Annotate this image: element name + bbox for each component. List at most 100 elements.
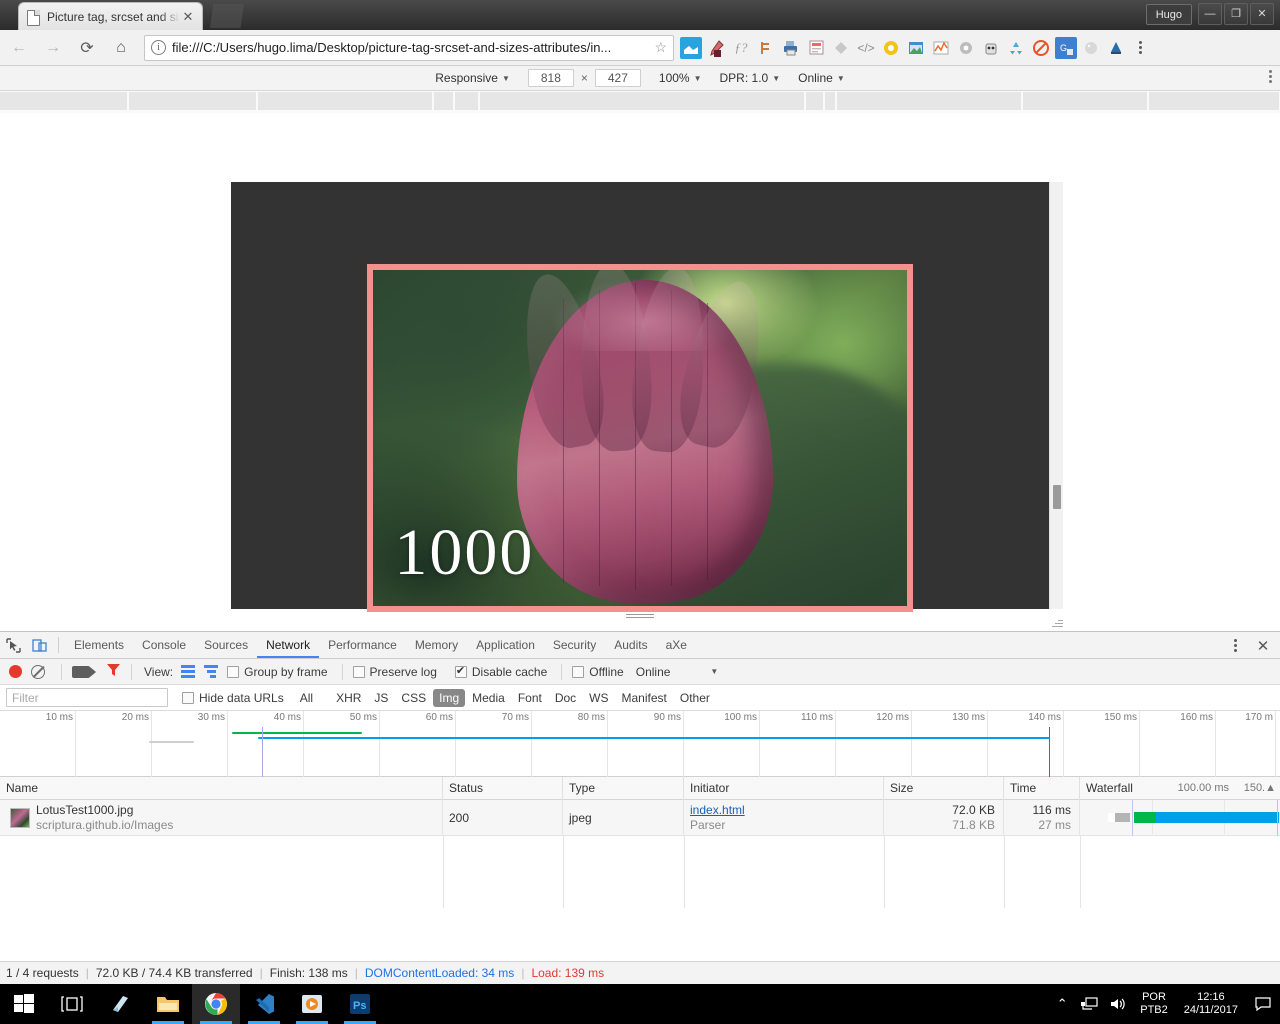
- reload-icon[interactable]: ⟳: [72, 33, 102, 63]
- filter-type-js[interactable]: JS: [368, 689, 394, 707]
- media-player-button[interactable]: [288, 984, 336, 1024]
- action-center-icon[interactable]: [1246, 984, 1280, 1024]
- filter-icon[interactable]: [106, 663, 121, 680]
- clock[interactable]: 12:16 24/11/2017: [1176, 991, 1246, 1017]
- emulated-viewport[interactable]: 1000: [231, 182, 1049, 612]
- cone-icon[interactable]: [1105, 37, 1127, 59]
- home-icon[interactable]: ⌂: [106, 33, 136, 63]
- address-bar[interactable]: i file:///C:/Users/hugo.lima/Desktop/pic…: [144, 34, 674, 61]
- tab-memory[interactable]: Memory: [406, 632, 467, 658]
- task-view-button[interactable]: [48, 984, 96, 1024]
- gear-icon[interactable]: [955, 37, 977, 59]
- checkbox-box[interactable]: [454, 664, 467, 678]
- checkbox-box[interactable]: [182, 691, 194, 704]
- chevron-down-icon[interactable]: ▼: [710, 667, 718, 676]
- viewport-resize-handle-corner[interactable]: [1051, 616, 1063, 628]
- code-icon[interactable]: </>: [855, 37, 877, 59]
- bookmark-star-icon[interactable]: ☆: [654, 39, 667, 56]
- filter-type-xhr[interactable]: XHR: [330, 689, 367, 707]
- show-hidden-icons-icon[interactable]: ⌃: [1048, 984, 1076, 1024]
- close-icon[interactable]: ✕: [180, 9, 196, 25]
- more-options-icon[interactable]: [1224, 634, 1246, 658]
- network-icon[interactable]: [1076, 984, 1104, 1024]
- tab-elements[interactable]: Elements: [65, 632, 133, 658]
- device-toolbar-icon[interactable]: [26, 632, 52, 658]
- filter-type-other[interactable]: Other: [674, 689, 716, 707]
- file-explorer-button[interactable]: [144, 984, 192, 1024]
- device-bar-menu-icon[interactable]: [1269, 70, 1272, 83]
- ring-icon[interactable]: [880, 37, 902, 59]
- record-button[interactable]: [9, 665, 22, 678]
- viewport-width-input[interactable]: 818: [527, 69, 574, 87]
- tab-network[interactable]: Network: [257, 632, 319, 658]
- filter-type-all[interactable]: All: [294, 689, 319, 707]
- checkbox-box[interactable]: [352, 665, 365, 678]
- cell-waterfall[interactable]: [1080, 800, 1280, 836]
- cell-name[interactable]: LotusTest1000.jpg scriptura.github.io/Im…: [0, 800, 443, 836]
- filter-input[interactable]: Filter: [6, 688, 168, 707]
- ruler-segment[interactable]: [434, 92, 454, 110]
- throttling-value[interactable]: Online: [636, 665, 671, 679]
- forward-icon[interactable]: →: [38, 33, 68, 63]
- tab-axe[interactable]: aXe: [657, 632, 696, 658]
- minimize-icon[interactable]: —: [1198, 3, 1222, 25]
- tab-security[interactable]: Security: [544, 632, 605, 658]
- filter-type-css[interactable]: CSS: [395, 689, 432, 707]
- recycle-icon[interactable]: [1005, 37, 1027, 59]
- waterfall-view-icon[interactable]: [204, 665, 219, 678]
- viewport-scrollbar[interactable]: [1049, 182, 1063, 609]
- filter-type-img[interactable]: Img: [433, 688, 466, 707]
- column-header-status[interactable]: Status: [443, 777, 563, 800]
- column-header-initiator[interactable]: Initiator: [684, 777, 884, 800]
- column-header-type[interactable]: Type: [563, 777, 684, 800]
- column-header-time[interactable]: Time: [1004, 777, 1080, 800]
- viewport-height-input[interactable]: 427: [594, 69, 641, 87]
- info-icon[interactable]: i: [151, 40, 166, 55]
- tab-application[interactable]: Application: [467, 632, 544, 658]
- hide-data-urls-checkbox[interactable]: Hide data URLs: [182, 691, 284, 705]
- store-button[interactable]: [96, 984, 144, 1024]
- initiator-link[interactable]: index.html: [690, 803, 883, 818]
- chart-icon[interactable]: [930, 37, 952, 59]
- filter-type-ws[interactable]: WS: [583, 689, 614, 707]
- checkbox-box[interactable]: [227, 665, 240, 678]
- ruler-segment[interactable]: [258, 92, 433, 110]
- ruler-segment[interactable]: [0, 92, 128, 110]
- maximize-icon[interactable]: ❐: [1224, 3, 1248, 25]
- block-icon[interactable]: [1030, 37, 1052, 59]
- inspect-icon[interactable]: [0, 632, 26, 658]
- filter-type-manifest[interactable]: Manifest: [616, 689, 673, 707]
- tab-audits[interactable]: Audits: [605, 632, 656, 658]
- preserve-log-checkbox[interactable]: Preserve log: [352, 665, 437, 679]
- throttling-selector[interactable]: Online ▼: [798, 71, 845, 85]
- capture-screenshots-icon[interactable]: [72, 665, 96, 678]
- ruler-segment[interactable]: [837, 92, 1022, 110]
- list-view-icon[interactable]: [181, 665, 196, 678]
- tab-performance[interactable]: Performance: [319, 632, 406, 658]
- language-indicator[interactable]: POR PTB2: [1132, 991, 1176, 1017]
- filter-type-doc[interactable]: Doc: [549, 689, 582, 707]
- back-icon[interactable]: ←: [4, 33, 34, 63]
- browser-tab[interactable]: Picture tag, srcset and siz ✕: [18, 2, 203, 30]
- ruler-segment[interactable]: [480, 92, 805, 110]
- image-icon[interactable]: [905, 37, 927, 59]
- table-row[interactable]: LotusTest1000.jpg scriptura.github.io/Im…: [0, 800, 1280, 836]
- cell-initiator[interactable]: index.html Parser: [684, 800, 884, 836]
- disable-cache-checkbox[interactable]: Disable cache: [454, 664, 547, 679]
- filter-type-font[interactable]: Font: [512, 689, 548, 707]
- start-button[interactable]: [0, 984, 48, 1024]
- ruler-segment[interactable]: [129, 92, 257, 110]
- zoom-selector[interactable]: 100% ▼: [659, 71, 702, 85]
- scrollbar-thumb[interactable]: [1053, 485, 1061, 509]
- chrome-menu-icon[interactable]: [1129, 36, 1151, 60]
- sitemap-icon[interactable]: [755, 37, 777, 59]
- form-icon[interactable]: [805, 37, 827, 59]
- function-icon[interactable]: ƒ?: [730, 37, 752, 59]
- profile-button[interactable]: Hugo: [1145, 4, 1192, 25]
- device-selector[interactable]: Responsive ▼: [435, 71, 510, 85]
- ruler-segment[interactable]: [455, 92, 479, 110]
- column-header-name[interactable]: Name: [0, 777, 443, 800]
- ruler-segment[interactable]: [825, 92, 836, 110]
- ruler-segment[interactable]: [1149, 92, 1280, 110]
- tab-console[interactable]: Console: [133, 632, 195, 658]
